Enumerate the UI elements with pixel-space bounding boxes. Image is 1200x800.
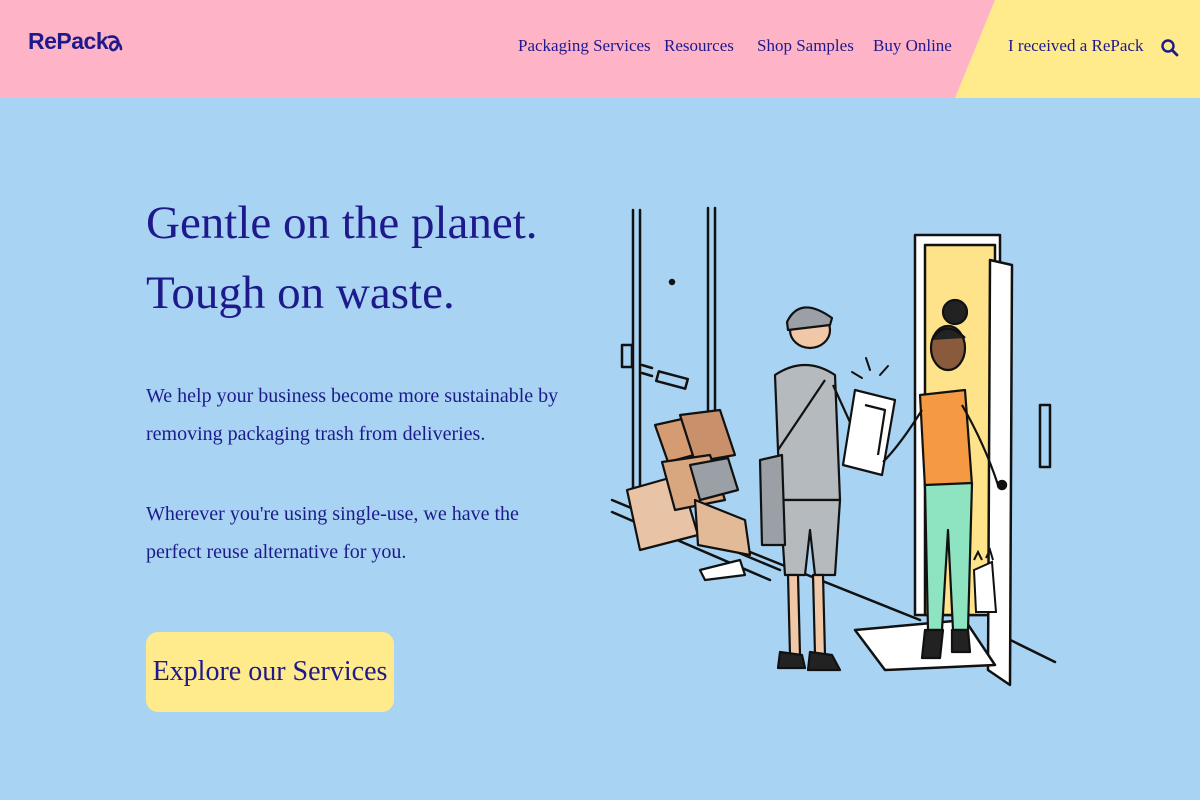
hero-title-line1: Gentle on the planet. xyxy=(146,197,538,249)
nav-buy-online[interactable]: Buy Online xyxy=(873,36,952,56)
hero-title: Gentle on the planet. Tough on waste. xyxy=(146,188,538,328)
explore-services-button[interactable]: Explore our Services xyxy=(146,632,394,712)
nav-shop-samples[interactable]: Shop Samples xyxy=(757,36,854,56)
delivery-illustration xyxy=(610,206,1057,687)
site-header: RePack Packaging Services Resources Shop… xyxy=(0,0,1200,98)
hero-paragraph-2: Wherever you're using single-use, we hav… xyxy=(146,503,519,563)
nav-received-repack[interactable]: I received a RePack xyxy=(1008,36,1143,56)
hero-paragraph-1: We help your business become more sustai… xyxy=(146,385,559,445)
nav-packaging-services[interactable]: Packaging Services xyxy=(518,36,651,56)
nav-resources[interactable]: Resources xyxy=(664,36,734,56)
hero-title-line2: Tough on waste. xyxy=(146,267,455,319)
main-nav: Packaging Services Resources Shop Sample… xyxy=(0,36,1200,64)
search-icon[interactable] xyxy=(1160,38,1180,58)
